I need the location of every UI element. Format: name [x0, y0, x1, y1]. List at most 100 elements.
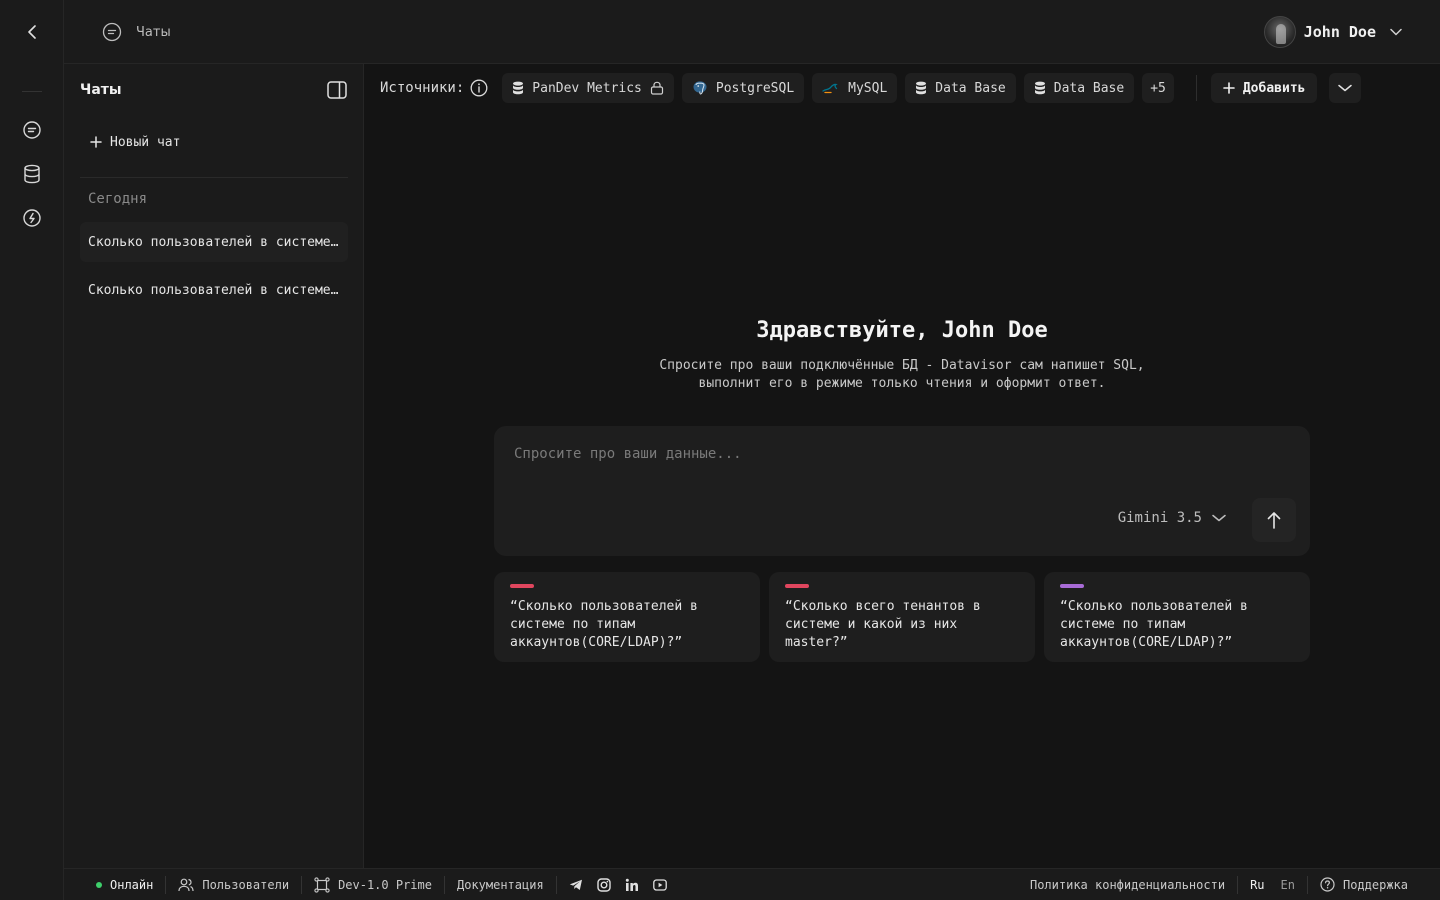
breadcrumb-label: Чаты [136, 24, 171, 40]
welcome-line-1: Спросите про ваши подключённые БД - Data… [659, 358, 1145, 373]
arrow-up-icon [1267, 511, 1281, 529]
lang-en-button[interactable]: En [1281, 878, 1295, 892]
linkedin-icon[interactable] [625, 878, 639, 892]
docs-link[interactable]: Документация [445, 875, 557, 894]
chat-item[interactable]: Сколько пользователей в системе по типам… [80, 222, 348, 262]
send-button[interactable] [1252, 498, 1296, 542]
lock-icon [650, 81, 664, 95]
add-source-label: Добавить [1242, 80, 1306, 96]
chat-item-title: Сколько пользователей в системе по типам… [88, 282, 340, 298]
language-switcher: Ru En [1238, 875, 1308, 894]
card-accent-bar [1060, 584, 1084, 588]
instagram-icon[interactable] [596, 877, 611, 892]
chat-item[interactable]: Сколько пользователей в системе по типам… [80, 270, 348, 310]
top-bar: Чаты John Doe [64, 0, 1440, 64]
more-sources-chip[interactable]: +5 [1142, 73, 1174, 103]
chevron-down-icon [1338, 84, 1353, 92]
plus-icon [1223, 82, 1235, 94]
sources-expand-button[interactable] [1329, 73, 1362, 103]
database-icon [915, 81, 927, 95]
support-link[interactable]: Поддержка [1308, 876, 1440, 894]
status-footer: Онлайн Пользователи Dev-1.0 Prime Докуме… [64, 868, 1440, 900]
sources-divider [1195, 75, 1197, 101]
chats-sidebar: Чаты Новый чат Сегодня Сколько пользоват… [64, 64, 364, 868]
breadcrumb: Чаты [102, 22, 171, 42]
suggestion-text: “Сколько пользователей в системе по типа… [1060, 599, 1248, 650]
online-status-label: Онлайн [110, 877, 154, 892]
suggestion-cards: “Сколько пользователей в системе по типа… [494, 572, 1310, 662]
welcome-line-2: выполнит его в режиме только чтения и оф… [698, 376, 1106, 391]
support-label: Поддержка [1342, 877, 1408, 892]
source-chip-label: MySQL [848, 80, 888, 96]
privacy-policy-label: Политика конфиденциальности [1029, 877, 1226, 892]
welcome-subtitle: Спросите про ваши подключённые БД - Data… [364, 357, 1440, 393]
main-panel: Источники: PanDev Metrics PostgreSQL MyS… [364, 64, 1440, 868]
new-chat-button[interactable]: Новый чат [80, 126, 348, 158]
avatar [1263, 16, 1296, 48]
version-icon [314, 876, 330, 893]
social-links [557, 877, 679, 892]
sources-label: Источники: [380, 79, 488, 97]
source-chip-label: PanDev Metrics [532, 80, 642, 96]
chevron-down-icon [1212, 514, 1226, 522]
sidebar-divider [80, 177, 348, 178]
users-link[interactable]: Пользователи [166, 875, 303, 894]
chat-icon[interactable] [20, 118, 44, 142]
sources-bar: Источники: PanDev Metrics PostgreSQL MyS… [364, 64, 1440, 112]
source-chip-database-2[interactable]: Data Base [1023, 73, 1135, 103]
mysql-icon [822, 82, 840, 94]
footer-right: Политика конфиденциальности Ru En Поддер… [1018, 875, 1440, 894]
source-chip-postgresql[interactable]: PostgreSQL [681, 73, 805, 103]
chat-group-label: Сегодня [88, 191, 148, 207]
docs-label: Документация [456, 877, 544, 892]
user-name: John Doe [1303, 23, 1376, 41]
lang-ru-button[interactable]: Ru [1250, 878, 1264, 892]
source-chip-label: PostgreSQL [715, 80, 795, 96]
source-chip-label: Data Base [1053, 80, 1125, 96]
sidebar-title: Чаты [80, 82, 122, 98]
model-selector[interactable]: Gimini 3.5 [1118, 510, 1226, 526]
suggestion-card[interactable]: “Сколько пользователей в системе по типа… [1044, 572, 1310, 662]
welcome-section: Здравствуйте, John Doe Спросите про ваши… [364, 318, 1440, 393]
database-icon[interactable] [20, 162, 44, 186]
database-icon [512, 81, 524, 95]
users-label: Пользователи [202, 877, 290, 892]
source-chip-database-1[interactable]: Data Base [905, 73, 1016, 103]
users-icon [178, 878, 194, 892]
card-accent-bar [785, 584, 809, 588]
back-icon[interactable] [22, 22, 42, 42]
source-chip-mysql[interactable]: MySQL [812, 73, 898, 103]
info-icon[interactable] [470, 79, 488, 97]
privacy-policy-link[interactable]: Политика конфиденциальности [1018, 875, 1239, 894]
new-chat-label: Новый чат [110, 134, 181, 150]
online-dot-icon [96, 881, 102, 888]
plugin-icon[interactable] [20, 206, 44, 230]
telegram-icon[interactable] [569, 878, 583, 892]
chevron-down-icon [1390, 28, 1402, 36]
suggestion-text: “Сколько всего тенантов в системе и како… [785, 599, 981, 650]
chat-item-title: Сколько пользователей в системе по типам… [88, 234, 340, 250]
user-menu[interactable]: John Doe [1263, 16, 1402, 48]
icon-rail [0, 0, 64, 900]
message-input[interactable] [514, 446, 1290, 486]
version-label: Dev-1.0 Prime [338, 877, 432, 892]
version-badge[interactable]: Dev-1.0 Prime [302, 875, 445, 894]
postgresql-icon [692, 80, 708, 96]
sidebar-toggle-icon[interactable] [327, 80, 347, 100]
youtube-icon[interactable] [652, 878, 667, 892]
sources-label-text: Источники: [380, 80, 465, 96]
help-icon [1320, 877, 1335, 892]
suggestion-card[interactable]: “Сколько всего тенантов в системе и како… [769, 572, 1035, 662]
model-name: Gimini 3.5 [1117, 510, 1202, 526]
suggestion-card[interactable]: “Сколько пользователей в системе по типа… [494, 572, 760, 662]
online-status: Онлайн [64, 875, 167, 894]
add-source-button[interactable]: Добавить [1210, 73, 1318, 103]
welcome-title: Здравствуйте, John Doe [756, 318, 1048, 343]
source-chip-label: Data Base [935, 80, 1006, 96]
database-icon [1034, 81, 1046, 95]
message-composer: Gimini 3.5 [494, 426, 1310, 556]
plus-icon [90, 136, 102, 148]
rail-divider [22, 91, 42, 92]
chat-bubble-icon [102, 22, 122, 42]
source-chip-pandev[interactable]: PanDev Metrics [502, 73, 674, 103]
